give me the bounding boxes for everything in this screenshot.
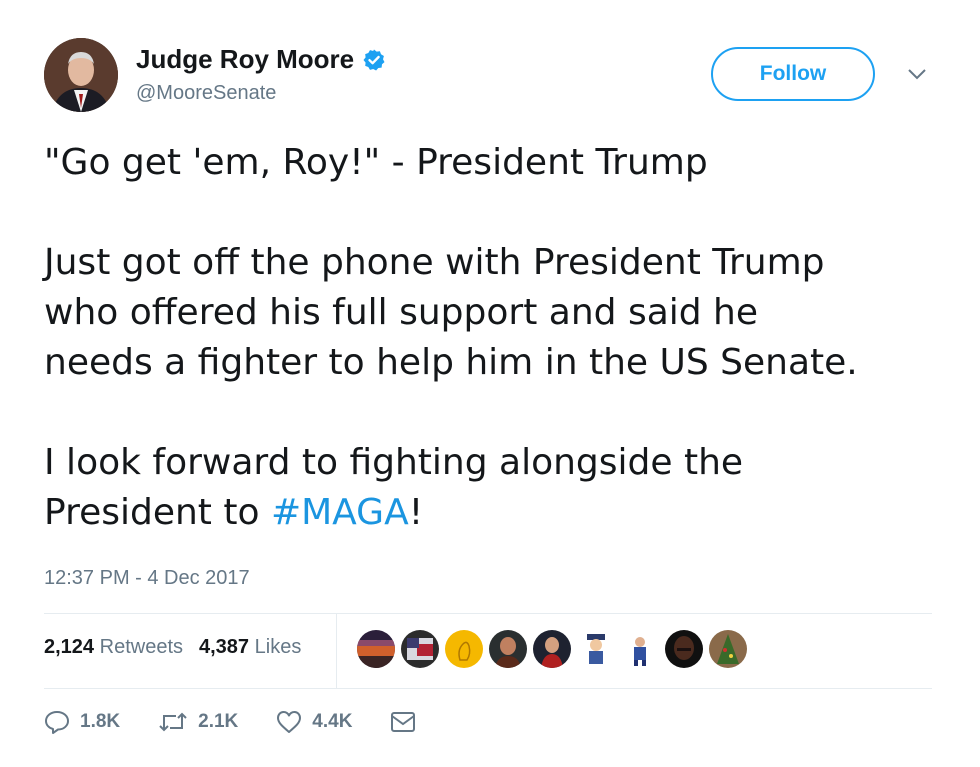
likes-stat[interactable]: 4,387 Likes [199, 636, 301, 659]
author-avatar[interactable] [44, 38, 118, 112]
stats-separator [336, 614, 337, 688]
tweet-line: President to #MAGA! [44, 488, 944, 538]
direct-message-button[interactable] [390, 711, 426, 733]
retweets-count: 2,124 [44, 636, 95, 658]
retweet-icon [159, 712, 187, 732]
verified-badge-icon [363, 49, 385, 70]
envelope-icon [391, 712, 416, 732]
hashtag-link[interactable]: #MAGA [271, 492, 409, 533]
chevron-down-icon[interactable] [906, 66, 928, 82]
liker-avatars [357, 630, 747, 668]
tweet-line: who offered his full support and said he [44, 292, 759, 333]
tweet-line: needs a fighter to help him in the US Se… [44, 342, 858, 383]
divider [44, 688, 932, 689]
reply-button[interactable]: 1.8K [44, 710, 120, 734]
liker-avatar[interactable] [533, 630, 571, 668]
author-display-name[interactable]: Judge Roy Moore [136, 44, 354, 75]
retweet-button[interactable]: 2.1K [158, 710, 238, 734]
liker-avatar[interactable] [401, 630, 439, 668]
likes-count: 4,387 [199, 636, 250, 658]
tweet-stats: 2,124 Retweets 4,387 Likes [44, 636, 301, 659]
retweets-stat[interactable]: 2,124 Retweets [44, 636, 183, 659]
tweet-text: "Go get 'em, Roy!" - President Trump Jus… [44, 138, 944, 538]
tweet-text-segment: ! [408, 492, 424, 533]
profile-photo-icon [44, 38, 118, 112]
tweet-text-segment: President to [44, 492, 271, 533]
liker-avatar[interactable] [489, 630, 527, 668]
liker-avatar[interactable] [577, 630, 615, 668]
tweet-timestamp[interactable]: 12:37 PM - 4 Dec 2017 [44, 567, 250, 590]
tweet-line: Just got off the phone with President Tr… [44, 242, 825, 283]
liker-avatar[interactable] [357, 630, 395, 668]
liker-avatar[interactable] [665, 630, 703, 668]
reply-count: 1.8K [80, 711, 121, 732]
author-handle[interactable]: @MooreSenate [136, 82, 276, 105]
like-count: 4.4K [312, 711, 353, 732]
likes-label: Likes [254, 636, 302, 658]
tweet-line: "Go get 'em, Roy!" - President Trump [44, 142, 708, 183]
retweets-label: Retweets [99, 636, 183, 658]
divider [44, 613, 932, 614]
liker-avatar[interactable] [621, 630, 659, 668]
heart-icon [277, 711, 302, 733]
reply-icon [45, 711, 69, 734]
tweet-line: I look forward to fighting alongside the [44, 442, 744, 483]
liker-avatar[interactable] [445, 630, 483, 668]
retweet-count: 2.1K [198, 711, 239, 732]
like-button[interactable]: 4.4K [276, 710, 352, 734]
liker-avatar[interactable] [709, 630, 747, 668]
author-name-row[interactable]: Judge Roy Moore [136, 44, 386, 75]
follow-button[interactable]: Follow [711, 47, 875, 101]
tweet-actions: 1.8K 2.1K 4.4K [44, 710, 464, 734]
